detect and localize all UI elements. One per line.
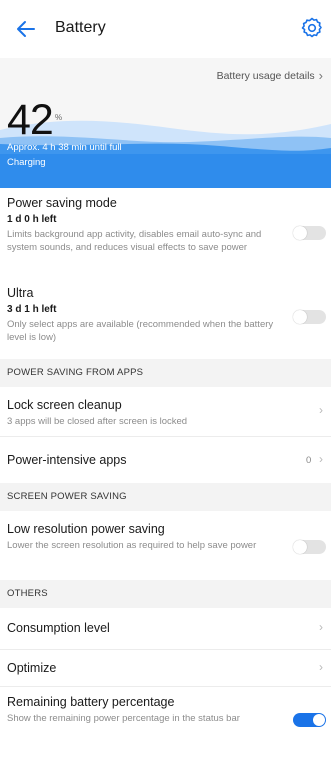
- remaining-battery-percentage-description: Show the remaining power percentage in t…: [7, 713, 240, 724]
- low-resolution-row[interactable]: Low resolution power saving Lower the sc…: [0, 511, 331, 573]
- remaining-battery-percentage-title: Remaining battery percentage: [7, 695, 175, 709]
- lock-screen-cleanup-row[interactable]: Lock screen cleanup 3 apps will be close…: [0, 387, 331, 435]
- chevron-right-icon: ›: [318, 68, 323, 83]
- battery-status-panel: Battery usage details › 42 % Approx. 4 h…: [0, 58, 331, 188]
- optimize-title: Optimize: [7, 661, 57, 675]
- consumption-level-row[interactable]: Consumption level ›: [0, 608, 331, 648]
- section-label: POWER SAVING FROM APPS: [7, 367, 144, 378]
- battery-usage-details-link[interactable]: Battery usage details ›: [217, 68, 323, 83]
- power-saving-description: Limits background app activity, disables…: [7, 229, 262, 253]
- ultra-mode-title: Ultra: [7, 286, 34, 300]
- section-header-others: OTHERS: [0, 580, 331, 608]
- section-header-screen: SCREEN POWER SAVING: [0, 483, 331, 511]
- section-header-apps: POWER SAVING FROM APPS: [0, 359, 331, 387]
- low-resolution-toggle[interactable]: [293, 540, 326, 554]
- page-title: Battery: [55, 19, 106, 36]
- low-resolution-title: Low resolution power saving: [7, 522, 165, 536]
- app-bar: Battery: [0, 0, 331, 58]
- chevron-right-icon: ›: [319, 620, 323, 634]
- remaining-battery-percentage-toggle[interactable]: [293, 713, 326, 727]
- chevron-right-icon: ›: [319, 403, 323, 417]
- consumption-level-title: Consumption level: [7, 621, 110, 635]
- battery-usage-details-label: Battery usage details: [216, 69, 315, 82]
- charge-time-estimate: Approx. 4 h 38 min until full: [7, 142, 122, 153]
- power-saving-time-left: 1 d 0 h left: [7, 214, 57, 225]
- power-saving-mode-row[interactable]: Power saving mode 1 d 0 h left Limits ba…: [0, 188, 331, 272]
- ultra-mode-toggle[interactable]: [293, 310, 326, 324]
- ultra-time-left: 3 d 1 h left: [7, 304, 57, 315]
- lock-screen-cleanup-description: 3 apps will be closed after screen is lo…: [7, 416, 188, 427]
- power-intensive-apps-title: Power-intensive apps: [7, 453, 127, 467]
- power-saving-mode-toggle[interactable]: [293, 226, 326, 240]
- back-arrow-icon[interactable]: [14, 17, 38, 41]
- percent-sign: %: [55, 113, 63, 122]
- ultra-mode-row[interactable]: Ultra 3 d 1 h left Only select apps are …: [0, 278, 331, 356]
- remaining-battery-percentage-row[interactable]: Remaining battery percentage Show the re…: [0, 687, 331, 747]
- ultra-description: Only select apps are available (recommen…: [7, 319, 274, 343]
- battery-percentage: 42: [7, 96, 54, 144]
- section-label: OTHERS: [7, 588, 48, 599]
- power-intensive-apps-count: 0: [306, 455, 312, 466]
- optimize-row[interactable]: Optimize ›: [0, 650, 331, 686]
- lock-screen-cleanup-title: Lock screen cleanup: [7, 398, 122, 412]
- charging-status: Charging: [7, 157, 46, 168]
- power-saving-mode-title: Power saving mode: [7, 196, 117, 210]
- low-resolution-description: Lower the screen resolution as required …: [7, 540, 257, 551]
- power-intensive-apps-row[interactable]: Power-intensive apps 0 ›: [0, 437, 331, 481]
- section-label: SCREEN POWER SAVING: [7, 491, 127, 502]
- chevron-right-icon: ›: [319, 660, 323, 674]
- chevron-right-icon: ›: [319, 452, 323, 466]
- gear-icon[interactable]: [300, 15, 324, 41]
